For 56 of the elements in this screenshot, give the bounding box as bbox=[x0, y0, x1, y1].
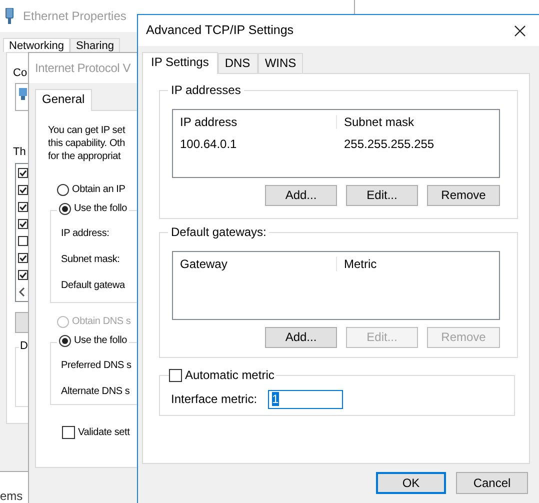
checkbox[interactable] bbox=[18, 168, 28, 178]
group-label: Default gateways: bbox=[168, 225, 270, 240]
option-label: Validate sett bbox=[78, 426, 130, 438]
field-label: Subnet mask: bbox=[61, 254, 120, 266]
option-label: Obtain DNS s bbox=[72, 316, 131, 328]
status-text: ems bbox=[0, 489, 23, 503]
radio-button[interactable] bbox=[59, 203, 71, 215]
push-button[interactable]: Add... bbox=[265, 185, 337, 206]
scroll-left-icon bbox=[18, 287, 26, 298]
push-button[interactable]: Remove bbox=[427, 185, 500, 206]
tab[interactable]: Networking bbox=[3, 38, 70, 52]
option-label: Automatic metric bbox=[185, 368, 274, 382]
network-adapter-icon bbox=[5, 8, 14, 24]
checkbox[interactable] bbox=[18, 185, 28, 196]
column-header[interactable]: Gateway bbox=[173, 256, 337, 272]
checkbox[interactable] bbox=[169, 368, 182, 382]
tab[interactable]: General bbox=[35, 89, 92, 111]
table-cell-text: 255.255.255.255 bbox=[343, 136, 434, 152]
group-label: IP addresses bbox=[168, 83, 244, 98]
window-title: Ethernet Properties bbox=[23, 8, 126, 24]
option-label: Use the follo bbox=[74, 335, 127, 347]
radio-button[interactable] bbox=[57, 184, 69, 196]
checkbox[interactable] bbox=[18, 253, 28, 264]
tab[interactable]: IP Settings bbox=[142, 52, 218, 74]
intro-text: You can get IP set this capability. Oth for the appropriat bbox=[48, 124, 126, 163]
option-label: Obtain an IP bbox=[72, 184, 126, 196]
field-label: Default gatewa bbox=[61, 280, 125, 292]
option-label: Use the follo bbox=[74, 203, 127, 215]
checkbox[interactable] bbox=[18, 236, 28, 246]
field-label: Preferred DNS s bbox=[61, 360, 132, 372]
interface-metric-field[interactable]: 1 bbox=[268, 390, 343, 409]
checkbox[interactable] bbox=[18, 219, 28, 230]
section-label: Th bbox=[13, 146, 26, 160]
section-label: Co bbox=[13, 67, 28, 80]
push-button[interactable]: OK bbox=[376, 472, 446, 494]
tab[interactable]: DNS bbox=[218, 53, 258, 73]
push-button[interactable]: Add... bbox=[265, 327, 337, 348]
checkbox[interactable] bbox=[62, 426, 75, 439]
field-label: Interface metric: bbox=[171, 391, 258, 408]
push-button[interactable]: Cancel bbox=[456, 472, 528, 494]
field-label: Alternate DNS s bbox=[61, 386, 130, 398]
push-button[interactable]: Edit... bbox=[346, 185, 418, 206]
column-header[interactable]: Metric bbox=[337, 256, 377, 272]
window-title: Advanced TCP/IP Settings bbox=[146, 23, 294, 38]
window-title: Internet Protocol V bbox=[35, 60, 131, 76]
radio-button[interactable] bbox=[59, 335, 71, 347]
tab[interactable]: WINS bbox=[258, 53, 304, 73]
checkbox[interactable] bbox=[18, 202, 28, 212]
network-adapter-icon bbox=[19, 88, 27, 100]
close-icon[interactable] bbox=[514, 24, 526, 36]
table-cell-text: 100.64.0.1 bbox=[179, 136, 238, 152]
column-header[interactable]: IP address bbox=[173, 114, 337, 130]
tab[interactable]: Sharing bbox=[70, 38, 120, 52]
checkbox[interactable] bbox=[18, 270, 28, 280]
column-header[interactable]: Subnet mask bbox=[337, 114, 414, 130]
field-label: IP address: bbox=[61, 228, 110, 240]
